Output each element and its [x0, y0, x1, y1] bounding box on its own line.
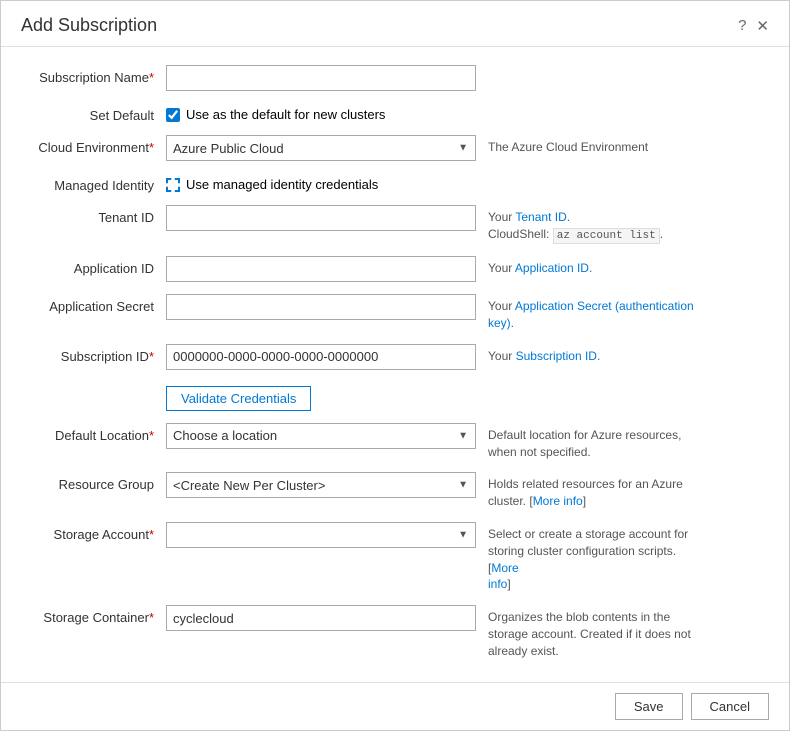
- managed-identity-checkbox[interactable]: [166, 178, 180, 192]
- subscription-id-link[interactable]: Subscription ID.: [516, 349, 601, 363]
- storage-account-info-link[interactable]: info: [488, 577, 507, 591]
- storage-container-hint: Organizes the blob contents in the stora…: [488, 605, 698, 659]
- tenant-id-label: Tenant ID: [21, 205, 166, 225]
- subscription-id-input[interactable]: [166, 344, 476, 370]
- default-location-label: Default Location*: [21, 423, 166, 443]
- set-default-checkbox-label: Use as the default for new clusters: [186, 107, 385, 122]
- storage-account-select-wrap: ▼: [166, 522, 476, 548]
- storage-container-input[interactable]: [166, 605, 476, 631]
- resource-group-label: Resource Group: [21, 472, 166, 492]
- dialog-header: Add Subscription ? ✕: [1, 1, 789, 47]
- subscription-name-label: Subscription Name*: [21, 65, 166, 85]
- set-default-checkbox-row: Use as the default for new clusters: [166, 103, 385, 122]
- default-location-hint: Default location for Azure resources, wh…: [488, 423, 698, 461]
- managed-identity-checkbox-label: Use managed identity credentials: [186, 177, 378, 192]
- subscription-id-hint: Your Subscription ID.: [488, 344, 600, 365]
- managed-identity-label: Managed Identity: [21, 173, 166, 193]
- cloud-environment-select-wrap: Azure Public Cloud Azure Government Clou…: [166, 135, 476, 161]
- tenant-id-hint: Your Tenant ID. CloudShell: az account l…: [488, 205, 663, 244]
- cancel-button[interactable]: Cancel: [691, 693, 769, 720]
- default-location-select-wrap: Choose a location East US West US West E…: [166, 423, 476, 449]
- help-icon[interactable]: ?: [738, 17, 746, 34]
- set-default-checkbox[interactable]: [166, 108, 180, 122]
- application-secret-link[interactable]: Application Secret (authentication key).: [488, 299, 694, 330]
- application-secret-label: Application Secret: [21, 294, 166, 314]
- resource-group-row: Resource Group <Create New Per Cluster> …: [21, 472, 769, 510]
- set-default-label: Set Default: [21, 103, 166, 123]
- tenant-id-row: Tenant ID Your Tenant ID. CloudShell: az…: [21, 205, 769, 244]
- validate-credentials-button[interactable]: Validate Credentials: [166, 386, 311, 411]
- tenant-id-input[interactable]: [166, 205, 476, 231]
- cloud-environment-select[interactable]: Azure Public Cloud Azure Government Clou…: [166, 135, 476, 161]
- resource-group-select-wrap: <Create New Per Cluster> ▼: [166, 472, 476, 498]
- storage-container-row: Storage Container* Organizes the blob co…: [21, 605, 769, 659]
- storage-account-more-link[interactable]: More: [491, 561, 518, 575]
- application-id-label: Application ID: [21, 256, 166, 276]
- application-id-hint: Your Application ID.: [488, 256, 592, 277]
- set-default-row: Set Default Use as the default for new c…: [21, 103, 769, 123]
- subscription-id-label: Subscription ID*: [21, 344, 166, 364]
- application-id-link[interactable]: Application ID.: [515, 261, 592, 275]
- dialog-header-icons: ? ✕: [738, 17, 769, 35]
- managed-identity-row: Managed Identity Use managed identity cr…: [21, 173, 769, 193]
- subscription-name-control: [166, 65, 769, 91]
- dialog-title: Add Subscription: [21, 15, 157, 36]
- storage-account-row: Storage Account* ▼ Select or create a st…: [21, 522, 769, 593]
- default-location-row: Default Location* Choose a location East…: [21, 423, 769, 461]
- application-secret-hint: Your Application Secret (authentication …: [488, 294, 698, 332]
- default-location-select[interactable]: Choose a location East US West US West E…: [166, 423, 476, 449]
- save-button[interactable]: Save: [615, 693, 683, 720]
- subscription-name-row: Subscription Name*: [21, 65, 769, 91]
- application-secret-input[interactable]: [166, 294, 476, 320]
- subscription-id-row: Subscription ID* Your Subscription ID.: [21, 344, 769, 370]
- resource-group-select[interactable]: <Create New Per Cluster>: [166, 472, 476, 498]
- storage-account-hint: Select or create a storage account for s…: [488, 522, 698, 593]
- storage-account-label: Storage Account*: [21, 522, 166, 542]
- resource-group-more-info-link[interactable]: More info: [533, 494, 583, 508]
- cloud-environment-row: Cloud Environment* Azure Public Cloud Az…: [21, 135, 769, 161]
- subscription-name-input[interactable]: [166, 65, 476, 91]
- add-subscription-dialog: Add Subscription ? ✕ Subscription Name* …: [0, 0, 790, 731]
- dialog-body: Subscription Name* Set Default Use as th…: [1, 47, 789, 682]
- validate-row: Validate Credentials: [21, 382, 769, 411]
- tenant-id-link[interactable]: Tenant ID.: [515, 210, 570, 224]
- resource-group-hint: Holds related resources for an Azure clu…: [488, 472, 698, 510]
- application-id-input[interactable]: [166, 256, 476, 282]
- application-id-row: Application ID Your Application ID.: [21, 256, 769, 282]
- dialog-footer: Save Cancel: [1, 682, 789, 730]
- application-secret-row: Application Secret Your Application Secr…: [21, 294, 769, 332]
- storage-container-label: Storage Container*: [21, 605, 166, 625]
- cloud-environment-hint: The Azure Cloud Environment: [488, 135, 648, 156]
- close-icon[interactable]: ✕: [756, 17, 769, 35]
- storage-account-select[interactable]: [166, 522, 476, 548]
- cloud-environment-label: Cloud Environment*: [21, 135, 166, 155]
